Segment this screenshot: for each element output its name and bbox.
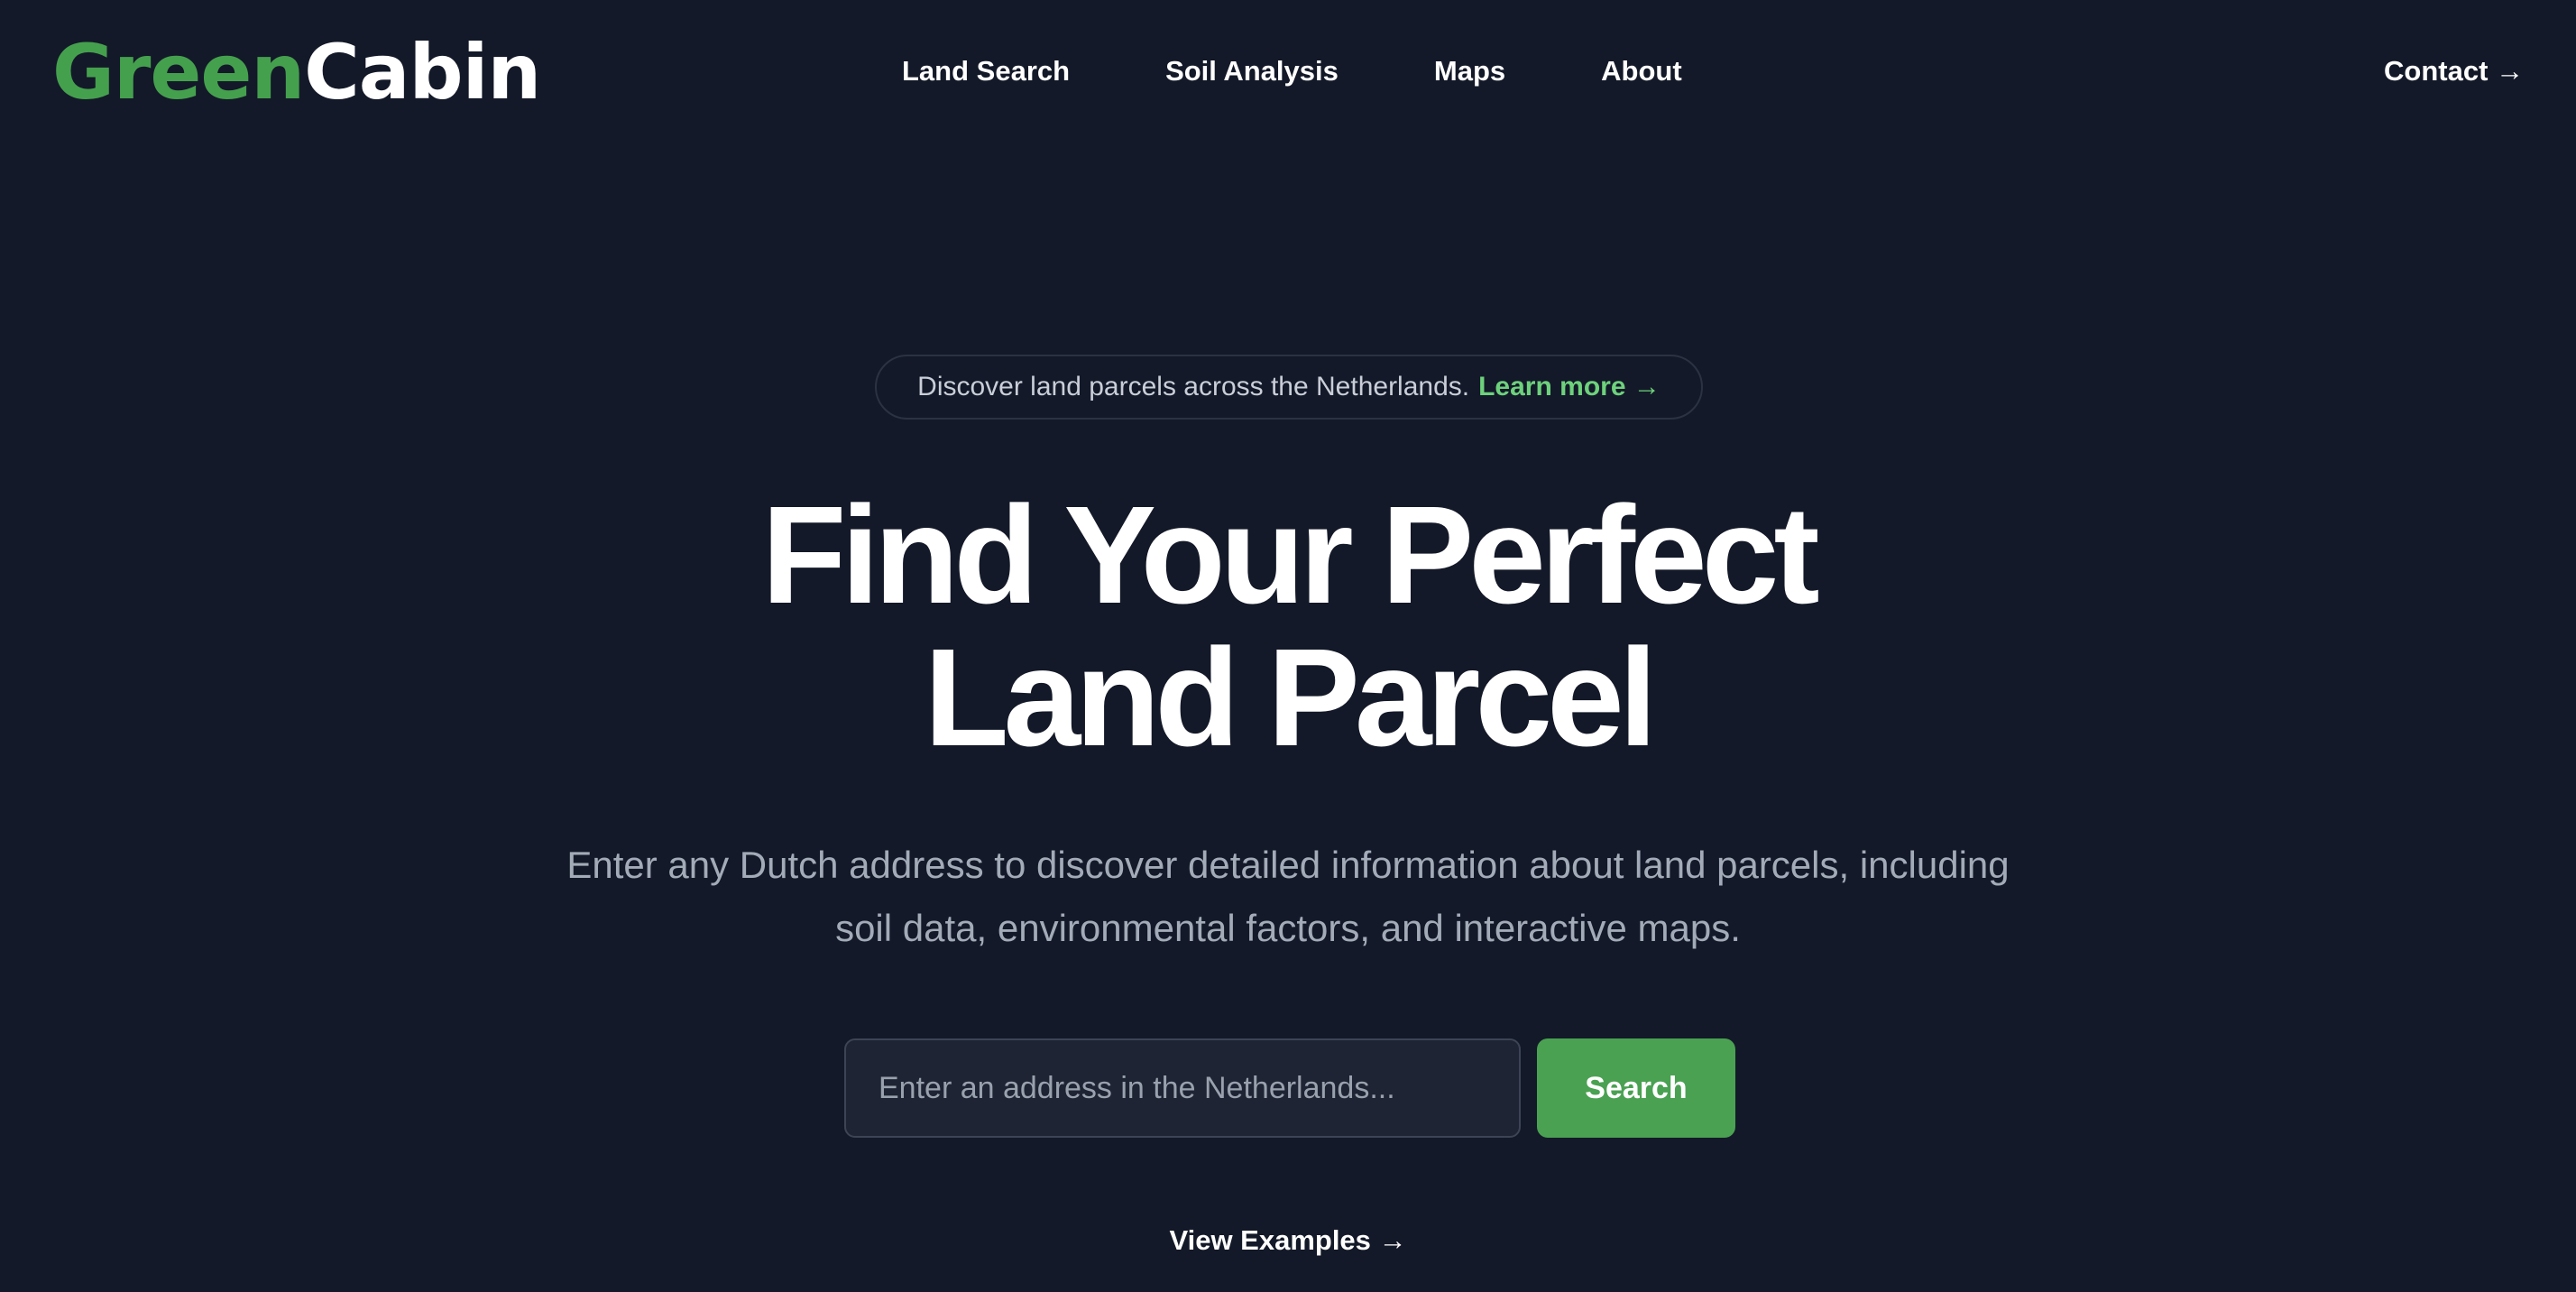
hero-title: Find Your Perfect Land Parcel	[0, 484, 2576, 769]
nav-item-maps[interactable]: Maps	[1434, 47, 1505, 96]
search-form: Search	[844, 1038, 1735, 1138]
logo-green-text: Green	[52, 28, 305, 116]
view-examples: View Examples →	[0, 1216, 2576, 1265]
hero-subtitle: Enter any Dutch address to discover deta…	[566, 844, 2010, 949]
address-search-input[interactable]	[844, 1038, 1521, 1138]
nav-item-land-search[interactable]: Land Search	[902, 47, 1070, 96]
hero-title-line-1: Find Your Perfect	[761, 477, 1819, 632]
announcement-text: Discover land parcels across the Netherl…	[917, 372, 1470, 401]
nav-item-about[interactable]: About	[1601, 47, 1682, 96]
hero-title-line-2: Land Parcel	[924, 620, 1657, 775]
contact-link[interactable]: Contact →	[2384, 47, 2524, 96]
site-header: GreenCabin Land Search Soil Analysis Map…	[0, 0, 2576, 144]
logo-white-text: Cabin	[304, 28, 541, 116]
search-button[interactable]: Search	[1537, 1038, 1735, 1138]
announcement-pill: Discover land parcels across the Netherl…	[875, 355, 1703, 420]
view-examples-link[interactable]: View Examples →	[1169, 1224, 1406, 1256]
logo[interactable]: GreenCabin	[52, 27, 541, 117]
main-nav: Land Search Soil Analysis Maps About	[902, 47, 1682, 96]
learn-more-link[interactable]: Learn more →	[1478, 372, 1661, 402]
nav-item-soil-analysis[interactable]: Soil Analysis	[1165, 47, 1339, 96]
